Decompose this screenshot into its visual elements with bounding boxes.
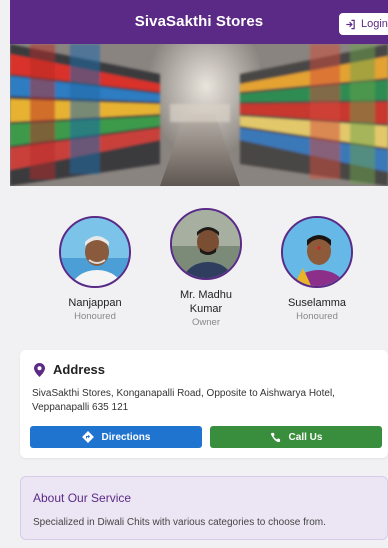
avatar — [281, 216, 353, 288]
directions-label: Directions — [101, 431, 151, 443]
phone-icon — [270, 432, 280, 442]
profile-role: Owner — [192, 317, 220, 328]
avatar — [170, 208, 242, 280]
login-icon — [346, 19, 355, 29]
call-us-button[interactable]: Call Us — [210, 426, 382, 448]
login-button[interactable]: Login — [339, 13, 388, 35]
address-header: Address — [34, 362, 105, 377]
profile-name: Mr. Madhu Kumar — [180, 289, 232, 315]
profile-role: Honoured — [74, 311, 116, 322]
about-service-card: About Our Service Specialized in Diwali … — [20, 476, 388, 540]
call-us-label: Call Us — [288, 431, 323, 443]
profile-card: Nanjappan Honoured — [45, 216, 145, 322]
profile-card: Suselamma Honoured — [267, 216, 367, 322]
profiles-section: Nanjappan Honoured Mr. Madhu Kumar Owner — [10, 186, 388, 346]
directions-icon — [81, 431, 94, 443]
profile-card: Mr. Madhu Kumar Owner — [156, 208, 256, 328]
app-header: SivaSakthi Stores — [10, 0, 388, 44]
profile-name: Suselamma — [287, 297, 347, 309]
profile-name: Nanjappan — [68, 297, 122, 309]
location-pin-icon — [34, 362, 45, 377]
avatar — [59, 216, 131, 288]
address-text: SivaSakthi Stores, Konganapalli Road, Op… — [32, 388, 335, 413]
store-hero-image — [10, 44, 388, 186]
login-label: Login — [361, 18, 388, 30]
directions-button[interactable]: Directions — [30, 426, 202, 448]
service-title: About Our Service — [33, 491, 132, 505]
service-description: Specialized in Diwali Chits with various… — [33, 517, 326, 528]
address-title: Address — [53, 362, 106, 377]
store-title: SivaSakthi Stores — [134, 13, 264, 30]
profile-role: Honoured — [296, 311, 338, 322]
